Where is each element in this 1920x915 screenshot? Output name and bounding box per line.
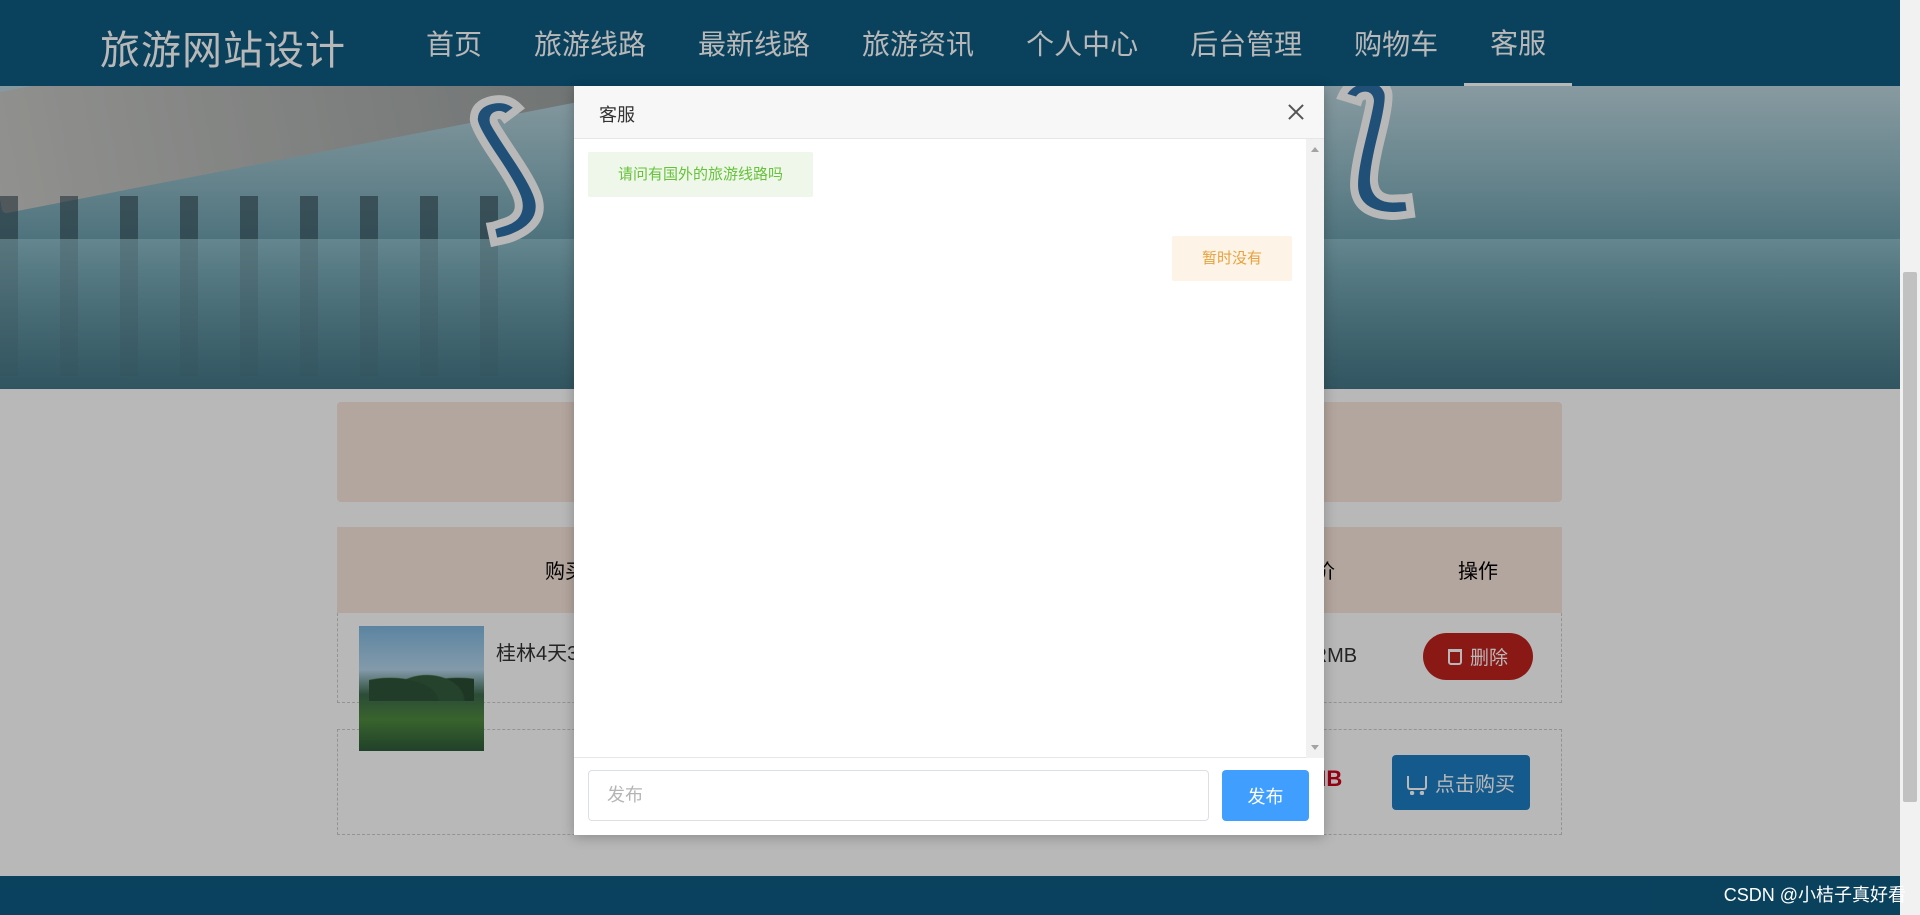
service-reply-message: 暂时没有	[1171, 236, 1292, 281]
dialog-title: 客服	[599, 105, 635, 125]
chat-messages-area[interactable]: 请问有国外的旅游线路吗 暂时没有	[574, 139, 1324, 758]
user-message: 请问有国外的旅游线路吗	[588, 152, 814, 197]
chat-input-bar: 发布	[574, 758, 1324, 835]
csdn-watermark: CSDN @小桔子真好看	[1723, 885, 1906, 905]
page-scrollbar-thumb[interactable]	[1903, 272, 1917, 802]
send-button[interactable]: 发布	[1222, 770, 1309, 821]
page-scrollbar[interactable]	[1900, 0, 1920, 915]
scroll-up-arrow-icon[interactable]	[1311, 147, 1319, 152]
message-input[interactable]	[588, 770, 1209, 821]
scroll-down-arrow-icon[interactable]	[1311, 745, 1319, 750]
close-icon[interactable]	[1284, 100, 1308, 124]
customer-service-dialog: 客服 请问有国外的旅游线路吗 暂时没有 发布	[574, 86, 1324, 835]
dialog-header: 客服	[574, 86, 1324, 139]
chat-scrollbar[interactable]	[1306, 139, 1324, 758]
